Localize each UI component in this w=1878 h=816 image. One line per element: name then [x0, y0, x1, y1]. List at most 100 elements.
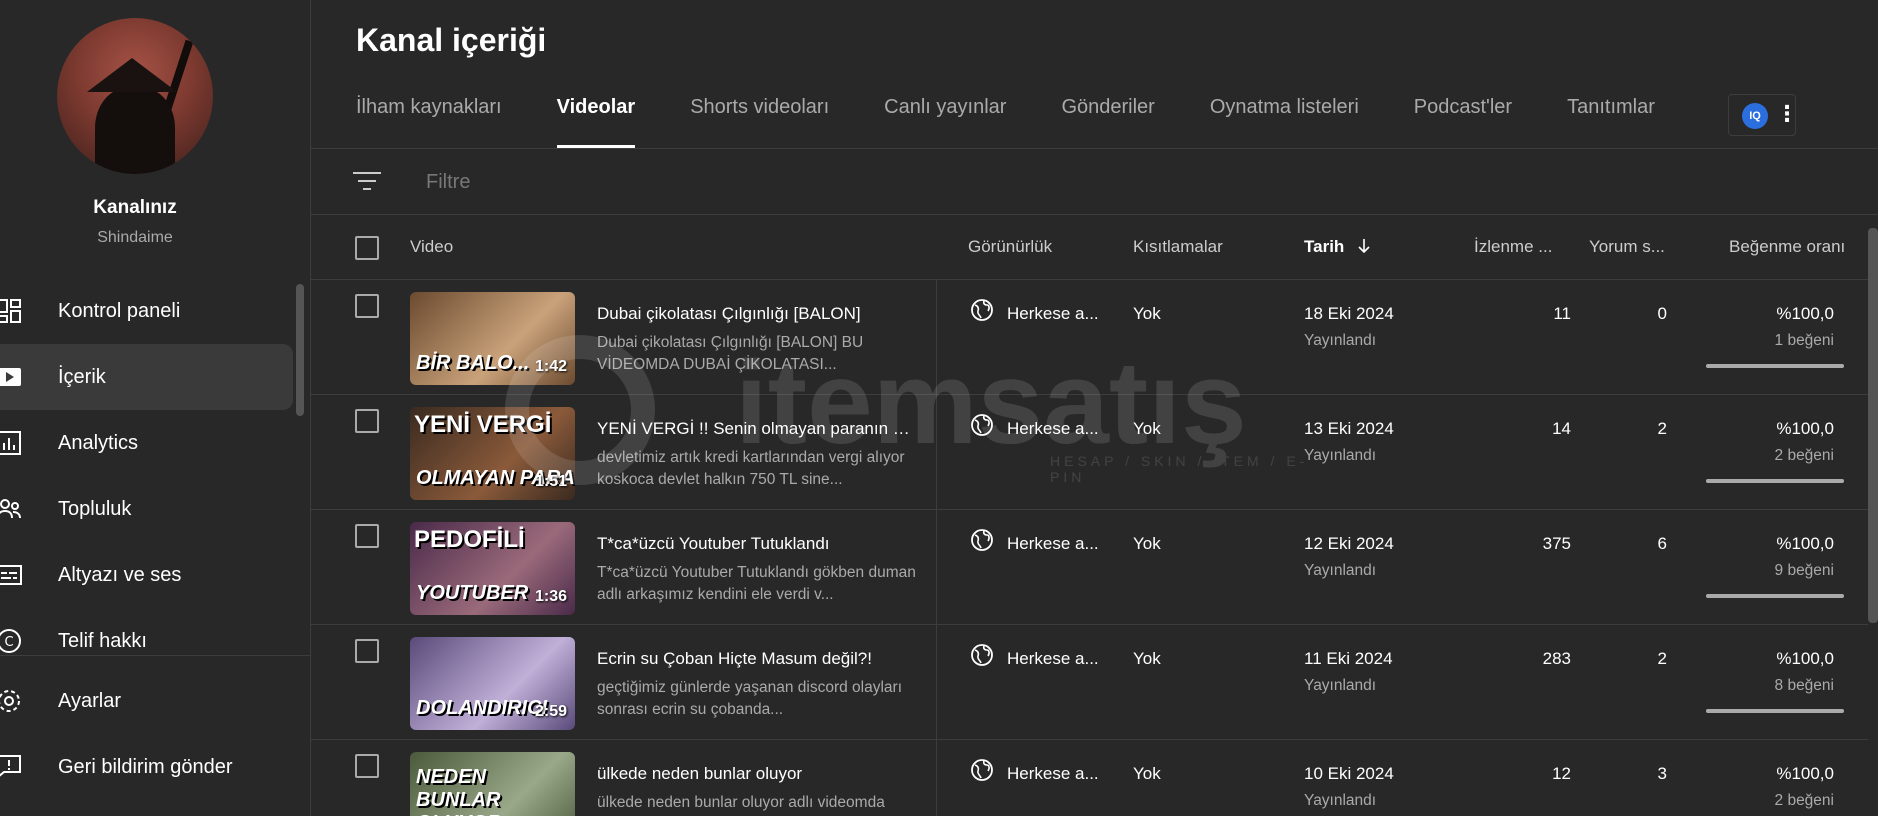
- column-date[interactable]: Tarih: [1304, 237, 1373, 257]
- like-ratio: %100,0: [1776, 304, 1834, 323]
- tab-podcasts[interactable]: Podcast'ler: [1414, 96, 1512, 148]
- like-ratio-bar: [1706, 479, 1844, 483]
- visibility-value[interactable]: Herkese a...: [1007, 534, 1099, 554]
- column-likes[interactable]: Beğenme oranı: [1729, 237, 1845, 257]
- filter-input[interactable]: Filtre: [426, 171, 470, 194]
- globe-icon[interactable]: [970, 643, 994, 667]
- subtitles-icon: [0, 565, 22, 585]
- extension-button[interactable]: IQ ⋮: [1728, 94, 1798, 136]
- sidebar-item-label: Ayarlar: [58, 689, 121, 712]
- video-title[interactable]: YENİ VERGİ !! Senin olmayan paranın verg…: [597, 419, 917, 439]
- table-row[interactable]: BİR BALO... 1:42 Dubai çikolatası Çılgın…: [311, 280, 1868, 395]
- sidebar-item-label: Telif hakkı: [58, 629, 147, 652]
- table-header: Video Görünürlük Kısıtlamalar Tarih İzle…: [311, 215, 1878, 280]
- like-count: 2 beğeni: [1774, 792, 1834, 809]
- arrow-down-icon: [1358, 239, 1370, 254]
- video-description: geçtiğimiz günlerde yaşanan discord olay…: [597, 679, 902, 718]
- sidebar-item-analytics[interactable]: Analytics: [0, 410, 300, 476]
- sidebar-item-label: Analytics: [58, 431, 139, 454]
- visibility-value[interactable]: Herkese a...: [1007, 764, 1099, 784]
- tab-promotions[interactable]: Tanıtımlar: [1567, 96, 1655, 148]
- video-thumbnail[interactable]: YENİ VERGİ OLMAYAN PARA 1:51: [410, 407, 575, 500]
- tab-playlists[interactable]: Oynatma listeleri: [1210, 96, 1359, 148]
- community-icon: [0, 499, 21, 519]
- video-title[interactable]: Ecrin su Çoban Hiçte Masum değil?!: [597, 649, 917, 669]
- sidebar-item-settings[interactable]: Ayarlar: [0, 668, 300, 734]
- tab-inspiration[interactable]: İlham kaynakları: [356, 96, 502, 148]
- like-ratio: %100,0: [1776, 419, 1834, 438]
- globe-icon[interactable]: [970, 413, 994, 437]
- globe-icon[interactable]: [970, 758, 994, 782]
- table-row[interactable]: PEDOFİLİ YOUTUBER 1:36 T*ca*üzcü Youtube…: [311, 510, 1868, 625]
- sidebar-scrollbar[interactable]: [296, 284, 304, 416]
- row-checkbox[interactable]: [355, 639, 379, 663]
- video-duration: 1:36: [534, 588, 567, 605]
- like-count: 9 beğeni: [1774, 562, 1834, 579]
- video-description: devletimiz artık kredi kartlarından verg…: [597, 449, 905, 488]
- like-count: 8 beğeni: [1774, 677, 1834, 694]
- video-duration: 1:51: [534, 473, 567, 490]
- table-row[interactable]: DOLANDIRICI 2:59 Ecrin su Çoban Hiçte Ma…: [311, 625, 1868, 740]
- sidebar-item-label: Geri bildirim gönder: [58, 755, 233, 778]
- row-checkbox[interactable]: [355, 524, 379, 548]
- select-all-checkbox[interactable]: [355, 236, 379, 260]
- like-ratio-bar: [1706, 594, 1844, 598]
- video-thumbnail[interactable]: DOLANDIRICI 2:59: [410, 637, 575, 730]
- video-description: Dubai çikolatası Çılgınlığı [BALON] BU V…: [597, 334, 864, 373]
- visibility-value[interactable]: Herkese a...: [1007, 649, 1099, 669]
- video-title[interactable]: Dubai çikolatası Çılgınlığı [BALON]: [597, 304, 917, 324]
- page-title: Kanal içeriği: [356, 22, 547, 58]
- views-count: 14: [1552, 419, 1571, 438]
- like-ratio: %100,0: [1776, 649, 1834, 668]
- publish-date: 13 Eki 2024: [1304, 419, 1394, 438]
- restriction-value: Yok: [1133, 764, 1161, 783]
- sidebar-item-subtitles[interactable]: Altyazı ve ses: [0, 542, 300, 608]
- comments-count: 0: [1657, 304, 1667, 323]
- column-restrictions[interactable]: Kısıtlamalar: [1133, 237, 1223, 257]
- video-title[interactable]: T*ca*üzcü Youtuber Tutuklandı: [597, 534, 917, 554]
- sidebar-item-feedback[interactable]: Geri bildirim gönder: [0, 734, 300, 800]
- comments-count: 2: [1657, 649, 1667, 668]
- tab-shorts[interactable]: Shorts videoları: [690, 96, 829, 148]
- column-comments[interactable]: Yorum s...: [1589, 237, 1665, 257]
- filter-icon[interactable]: [353, 172, 381, 192]
- column-views[interactable]: İzlenme ...: [1474, 237, 1552, 257]
- tab-posts[interactable]: Gönderiler: [1061, 96, 1154, 148]
- visibility-value[interactable]: Herkese a...: [1007, 304, 1099, 324]
- channel-avatar[interactable]: [57, 18, 213, 174]
- column-visibility[interactable]: Görünürlük: [968, 237, 1052, 257]
- main-scrollbar[interactable]: [1868, 228, 1878, 623]
- row-checkbox[interactable]: [355, 409, 379, 433]
- video-thumbnail[interactable]: PEDOFİLİ YOUTUBER 1:36: [410, 522, 575, 615]
- tab-live[interactable]: Canlı yayınlar: [884, 96, 1006, 148]
- video-thumbnail[interactable]: NEDEN BUNLAR OLUYOR: [410, 752, 575, 816]
- sidebar-item-copyright[interactable]: C Telif hakkı: [0, 608, 300, 674]
- comments-count: 6: [1657, 534, 1667, 553]
- extension-logo-icon: IQ: [1742, 103, 1768, 129]
- table-row[interactable]: YENİ VERGİ OLMAYAN PARA 1:51 YENİ VERGİ …: [311, 395, 1868, 510]
- globe-icon[interactable]: [970, 298, 994, 322]
- more-vert-icon[interactable]: ⋮: [1776, 101, 1798, 127]
- content-tabs: İlham kaynakları Videolar Shorts videola…: [356, 96, 1710, 148]
- gear-icon: [0, 690, 20, 712]
- video-thumbnail[interactable]: BİR BALO... 1:42: [410, 292, 575, 385]
- like-ratio-bar: [1706, 364, 1844, 368]
- video-title[interactable]: ülkede neden bunlar oluyor: [597, 764, 917, 784]
- restriction-value: Yok: [1133, 304, 1161, 323]
- tab-videos[interactable]: Videolar: [556, 96, 635, 148]
- sidebar-item-dashboard[interactable]: Kontrol paneli: [0, 278, 300, 344]
- video-description: ülkede neden bunlar oluyor adlı videomda: [597, 794, 885, 811]
- publish-status: Yayınlandı: [1304, 792, 1377, 809]
- channel-label: Kanalınız: [93, 197, 177, 218]
- sidebar-item-content[interactable]: İçerik: [0, 344, 293, 410]
- views-count: 12: [1552, 764, 1571, 783]
- sidebar-item-label: Topluluk: [58, 497, 132, 520]
- column-video: Video: [410, 237, 454, 256]
- globe-icon[interactable]: [970, 528, 994, 552]
- visibility-value[interactable]: Herkese a...: [1007, 419, 1099, 439]
- sidebar-item-community[interactable]: Topluluk: [0, 476, 300, 542]
- thumbnail-text: YOUTUBER: [416, 582, 529, 604]
- row-checkbox[interactable]: [355, 294, 379, 318]
- row-checkbox[interactable]: [355, 754, 379, 778]
- table-row[interactable]: NEDEN BUNLAR OLUYOR ülkede neden bunlar …: [311, 740, 1868, 816]
